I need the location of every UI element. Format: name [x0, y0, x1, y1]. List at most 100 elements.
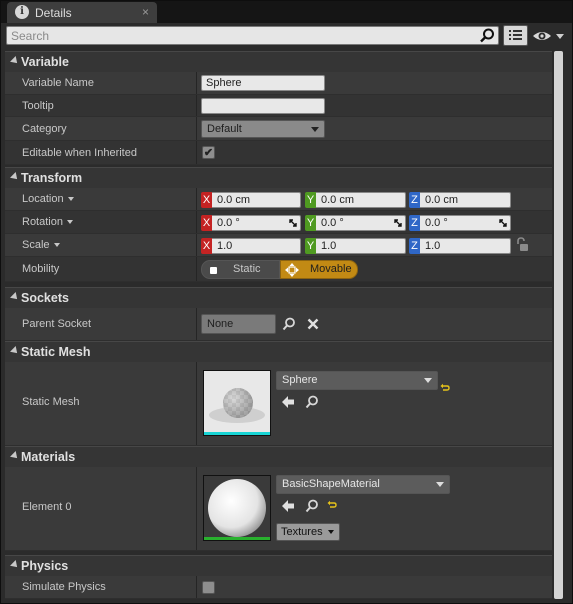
section-title: Static Mesh [21, 345, 91, 359]
row-category: Category Default [5, 117, 552, 141]
search-input[interactable] [7, 27, 477, 44]
section-title: Materials [21, 450, 76, 464]
column-divider [196, 234, 197, 256]
scale-dropdown[interactable]: Scale [22, 239, 60, 251]
textures-button[interactable]: Textures [276, 523, 340, 541]
location-dropdown[interactable]: Location [22, 193, 74, 205]
rotation-y-value: 0.0 ° [321, 217, 344, 229]
info-icon: i [15, 5, 29, 19]
property-label: Variable Name [22, 77, 94, 89]
use-selected-arrow-icon[interactable] [281, 499, 295, 513]
axis-y-label: Y [305, 192, 316, 208]
column-divider [196, 141, 197, 164]
axis-x-label: X [201, 215, 212, 231]
tooltip-field[interactable] [201, 98, 325, 114]
section-materials[interactable]: Materials [5, 446, 552, 467]
static-icon [210, 267, 217, 274]
browse-search-icon[interactable] [305, 499, 319, 513]
row-location: Location X 0.0 cm Y 0.0 cm Z 0.0 cm [5, 188, 552, 211]
section-sockets[interactable]: Sockets [5, 287, 552, 308]
reset-to-default-icon[interactable] [327, 500, 337, 510]
location-z-field[interactable]: 0.0 cm [420, 192, 511, 208]
visibility-filter-button[interactable] [531, 26, 567, 45]
use-selected-arrow-icon[interactable] [281, 395, 295, 409]
reset-to-default-icon[interactable] [440, 383, 450, 393]
row-simulate-physics: Simulate Physics [5, 576, 552, 599]
chevron-down-icon [436, 482, 444, 487]
clear-icon[interactable] [307, 318, 319, 330]
details-panel: Variable Variable Name Sphere Tooltip Ca… [1, 23, 572, 603]
view-options-button[interactable] [503, 25, 528, 46]
property-label: Static Mesh [22, 396, 80, 408]
parent-socket-field[interactable]: None [201, 314, 276, 334]
axis-y-label: Y [305, 215, 316, 231]
column-divider [196, 576, 197, 598]
editable-when-inherited-checkbox[interactable]: ✔ [202, 146, 215, 159]
scale-x-field[interactable]: 1.0 [212, 238, 301, 254]
collapse-caret-icon [10, 292, 20, 302]
material-dropdown[interactable]: BasicShapeMaterial [276, 475, 450, 494]
section-title: Sockets [21, 291, 69, 305]
tab-title: Details [35, 6, 72, 20]
section-title: Physics [21, 559, 69, 573]
spin-arrows-icon[interactable] [394, 219, 402, 227]
row-rotation: Rotation X 0.0 ° Y 0.0 ° Z 0.0 ° [5, 211, 552, 234]
close-icon[interactable]: × [142, 5, 149, 19]
vertical-scrollbar[interactable] [554, 51, 563, 599]
chevron-down-icon [424, 378, 432, 383]
row-static-mesh: Static Mesh Sphere [5, 362, 552, 446]
section-variable[interactable]: Variable [5, 51, 552, 72]
scale-y-field[interactable]: 1.0 [316, 238, 406, 254]
collapse-caret-icon [10, 560, 20, 570]
browse-search-icon[interactable] [305, 395, 319, 409]
sphere-mesh-preview [204, 371, 270, 435]
tab-bar: i Details × [1, 1, 572, 23]
section-static-mesh[interactable]: Static Mesh [5, 341, 552, 362]
property-label: Parent Socket [22, 318, 92, 330]
rotation-y-field[interactable]: 0.0 ° [316, 215, 406, 231]
collapse-caret-icon [10, 346, 20, 356]
property-label: Editable when Inherited [22, 147, 137, 159]
asset-type-bar [204, 537, 270, 540]
column-divider [196, 211, 197, 233]
variable-name-field[interactable]: Sphere [201, 75, 325, 91]
property-label: Scale [22, 239, 50, 251]
static-mesh-dropdown[interactable]: Sphere [276, 371, 438, 390]
material-sphere-preview [204, 476, 270, 540]
mobility-static-option[interactable]: Static [201, 260, 280, 279]
scale-z-field[interactable]: 1.0 [420, 238, 511, 254]
category-dropdown[interactable]: Default [201, 120, 325, 138]
rotation-x-value: 0.0 ° [217, 217, 240, 229]
collapse-caret-icon [10, 56, 20, 66]
search-icon[interactable] [282, 317, 296, 331]
chevron-down-icon [327, 530, 334, 535]
mobility-movable-label: Movable [310, 263, 352, 275]
row-variable-name: Variable Name Sphere [5, 72, 552, 95]
rotation-dropdown[interactable]: Rotation [22, 216, 73, 228]
material-thumbnail[interactable] [203, 475, 271, 541]
section-transform[interactable]: Transform [5, 167, 552, 188]
location-x-field[interactable]: 0.0 cm [212, 192, 301, 208]
axis-x-label: X [201, 192, 212, 208]
axis-z-label: Z [409, 215, 420, 231]
tab-details[interactable]: i Details × [7, 2, 157, 23]
chevron-down-icon [66, 220, 73, 225]
property-label: Mobility [22, 263, 60, 275]
row-tooltip: Tooltip [5, 95, 552, 117]
spin-arrows-icon[interactable] [289, 219, 297, 227]
search-icon[interactable] [479, 28, 495, 43]
property-label: Tooltip [22, 100, 54, 112]
list-view-icon [509, 30, 522, 40]
rotation-z-field[interactable]: 0.0 ° [420, 215, 511, 231]
mobility-movable-option[interactable]: Movable [280, 260, 358, 279]
location-y-field[interactable]: 0.0 cm [316, 192, 406, 208]
row-editable-when-inherited: Editable when Inherited ✔ [5, 141, 552, 165]
collapse-caret-icon [10, 451, 20, 461]
spin-arrows-icon[interactable] [499, 219, 507, 227]
section-physics[interactable]: Physics [5, 555, 552, 576]
static-mesh-thumbnail[interactable] [203, 370, 271, 436]
lock-icon[interactable] [515, 237, 529, 252]
asset-type-bar [204, 432, 270, 435]
rotation-x-field[interactable]: 0.0 ° [212, 215, 301, 231]
simulate-physics-checkbox[interactable] [202, 581, 215, 594]
